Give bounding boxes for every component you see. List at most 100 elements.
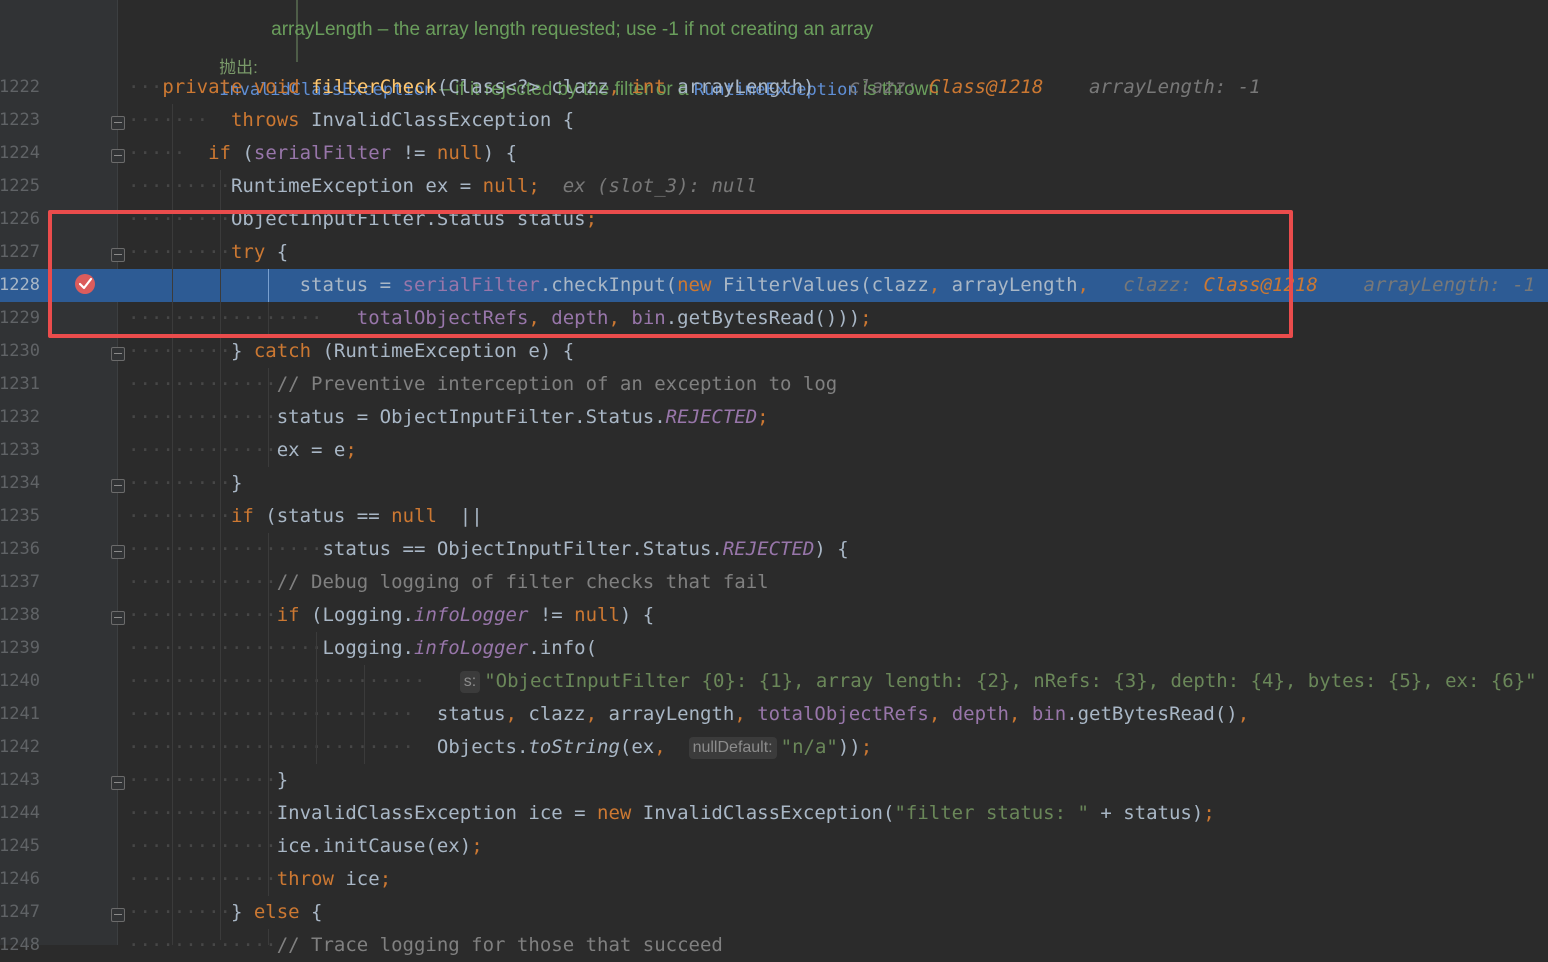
- code-line[interactable]: 1236 ·················status == ObjectIn…: [0, 533, 1548, 566]
- highlight-annotation-box: [48, 210, 1293, 338]
- code-line[interactable]: 1222 ···private void filterCheck(Class<?…: [0, 71, 1548, 104]
- string: "filter status: ": [894, 802, 1089, 824]
- code-line[interactable]: 1233 ·············ex = e;: [0, 434, 1548, 467]
- line-number: 1224: [0, 143, 40, 163]
- field: bin: [1031, 703, 1067, 725]
- fold-marker-icon[interactable]: [111, 776, 125, 790]
- keyword: if: [276, 604, 300, 626]
- code-line[interactable]: 1225 ·········RuntimeException ex = null…: [0, 170, 1548, 203]
- code-text: status: [436, 703, 506, 725]
- code-line[interactable]: 1246 ·············throw ice;: [0, 863, 1548, 896]
- line-number: 1243: [0, 770, 40, 790]
- line-number: 1226: [0, 209, 40, 229]
- comma: ,: [734, 703, 758, 725]
- code-line[interactable]: 1239 ·················Logging.infoLogger…: [0, 632, 1548, 665]
- code-text: ||: [436, 505, 483, 527]
- code-line[interactable]: 1223 ······· throws InvalidClassExceptio…: [0, 104, 1548, 137]
- code-text: RuntimeException ex =: [230, 175, 483, 197]
- code-text: (status ==: [253, 505, 392, 527]
- fold-marker-icon[interactable]: [111, 545, 125, 559]
- code-text: !=: [391, 142, 437, 164]
- inline-hint: arrayLength: -1: [1089, 76, 1261, 98]
- code-line[interactable]: 1238 ·············if (Logging.infoLogger…: [0, 599, 1548, 632]
- keyword: void: [253, 76, 300, 98]
- line-number: 1245: [0, 836, 40, 856]
- code-text: InvalidClassException ice =: [276, 802, 598, 824]
- comment: // Trace logging for those that succeed: [276, 934, 723, 956]
- fold-marker-icon[interactable]: [111, 611, 125, 625]
- comma: ,: [654, 736, 678, 758]
- field: depth: [951, 703, 1009, 725]
- code-text: (Class<?> clazz: [436, 76, 609, 98]
- keyword: null: [482, 175, 529, 197]
- field: serialFilter: [253, 142, 392, 164]
- line-number: 1244: [0, 803, 40, 823]
- line-number: 1232: [0, 407, 40, 427]
- keyword: catch: [253, 340, 312, 362]
- code-text: (Logging.: [299, 604, 414, 626]
- code-line[interactable]: 1245 ·············ice.initCause(ex);: [0, 830, 1548, 863]
- keyword: int: [631, 76, 666, 98]
- comment: // Preventive interception of an excepti…: [276, 373, 838, 395]
- keyword: throw: [276, 868, 334, 890]
- line-number: 1228: [0, 275, 40, 295]
- inline-hint-key: clazz:: [848, 76, 929, 98]
- code-text: {: [299, 901, 323, 923]
- line-number: 1235: [0, 506, 40, 526]
- inline-hint-value: Class@1218: [928, 76, 1044, 98]
- line-number: 1246: [0, 869, 40, 889]
- indent-guide: [268, 533, 269, 896]
- method-name: filterCheck: [311, 76, 437, 98]
- semicolon: ;: [860, 736, 873, 758]
- code-line[interactable]: 1248 ·············// Trace logging for t…: [0, 929, 1548, 962]
- code-text: status = ObjectInputFilter.Status.: [276, 406, 666, 428]
- code-text: (ex: [619, 736, 655, 758]
- line-number: 1248: [0, 935, 40, 955]
- code-text: ice: [333, 868, 380, 890]
- code-line[interactable]: 1240 ·························· s: "Objec…: [0, 665, 1548, 698]
- fold-marker-icon[interactable]: [111, 908, 125, 922]
- code-text: Objects.: [436, 736, 529, 758]
- keyword: null: [574, 604, 620, 626]
- code-line[interactable]: 1232 ·············status = ObjectInputFi…: [0, 401, 1548, 434]
- code-line[interactable]: 1242 ························· Objects.t…: [0, 731, 1548, 764]
- code-text: )): [837, 736, 861, 758]
- code-text: Logging.: [322, 637, 414, 659]
- comma: ,: [928, 703, 952, 725]
- code-line[interactable]: 1244 ·············InvalidClassException …: [0, 797, 1548, 830]
- fold-marker-icon[interactable]: [111, 479, 125, 493]
- line-number: 1242: [0, 737, 40, 757]
- indent-guide: [268, 368, 269, 467]
- method-name: toString: [528, 736, 620, 758]
- code-text: status == ObjectInputFilter.Status.: [322, 538, 723, 560]
- fold-marker-icon[interactable]: [111, 347, 125, 361]
- comment: // Debug logging of filter checks that f…: [276, 571, 769, 593]
- keyword: private: [162, 76, 243, 98]
- code-line[interactable]: 1237 ·············// Debug logging of fi…: [0, 566, 1548, 599]
- code-text: clazz: [528, 703, 586, 725]
- code-text: }: [230, 901, 254, 923]
- code-line[interactable]: 1230 ·········} catch (RuntimeException …: [0, 335, 1548, 368]
- code-line[interactable]: 1241 ························· status, c…: [0, 698, 1548, 731]
- inline-hint: arrayLength: -1: [1363, 274, 1536, 296]
- line-number: 1237: [0, 572, 40, 592]
- keyword: null: [436, 142, 483, 164]
- line-number: 1225: [0, 176, 40, 196]
- fold-marker-icon[interactable]: [111, 149, 125, 163]
- code-line[interactable]: 1235 ·········if (status == null ||: [0, 500, 1548, 533]
- code-line[interactable]: 1224 ····· if (serialFilter != null) {: [0, 137, 1548, 170]
- keyword: new: [597, 802, 632, 824]
- code-line[interactable]: 1234 ·········}: [0, 467, 1548, 500]
- comma: ,: [585, 703, 609, 725]
- keyword: throws: [230, 109, 300, 131]
- code-line[interactable]: 1243 ·············}: [0, 764, 1548, 797]
- indent-guide: [364, 665, 365, 764]
- semicolon: ;: [1203, 802, 1215, 824]
- fold-marker-icon[interactable]: [111, 116, 125, 130]
- code-line[interactable]: 1247 ·········} else {: [0, 896, 1548, 929]
- line-number: 1231: [0, 374, 40, 394]
- code-line[interactable]: 1231 ·············// Preventive intercep…: [0, 368, 1548, 401]
- code-text: ex = e: [276, 439, 346, 461]
- semicolon: ;: [471, 835, 483, 857]
- code-text: (: [230, 142, 254, 164]
